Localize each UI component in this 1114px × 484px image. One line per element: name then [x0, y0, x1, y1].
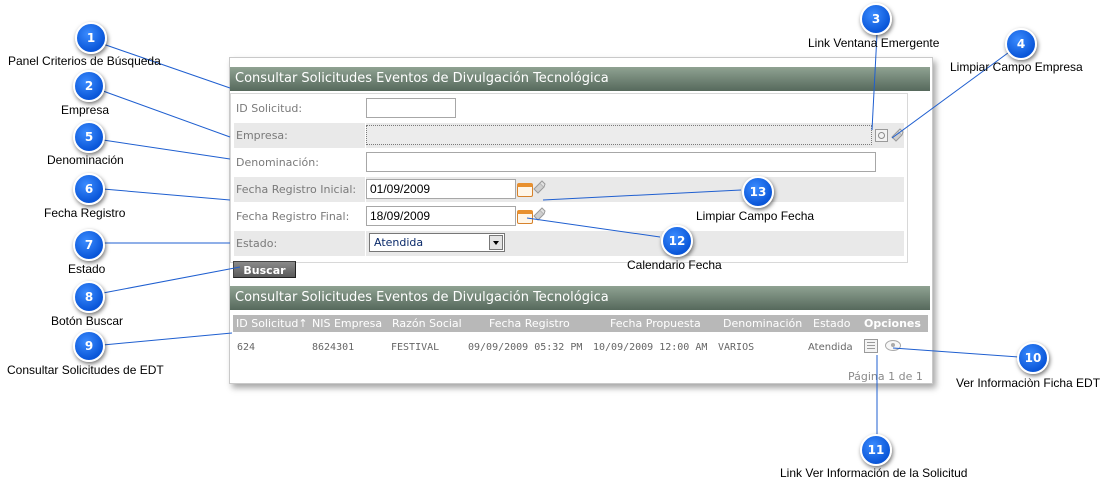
- annotation-badge-9: 9: [73, 330, 105, 362]
- annotation-label-13: Limpiar Campo Fecha: [696, 209, 815, 223]
- annotation-badge-11: 11: [860, 434, 892, 466]
- annotation-label-7: Estado: [68, 262, 106, 276]
- annotation-label-8: Botón Buscar: [51, 314, 124, 328]
- annotation-badge-2: 2: [73, 70, 105, 102]
- callout-line-13: [542, 189, 742, 201]
- annotation-badge-7: 7: [73, 229, 105, 261]
- annotation-label-11: Link Ver Información de la Solicitud: [780, 466, 968, 480]
- annotation-badge-1: 1: [75, 22, 107, 54]
- callout-line-6: [102, 188, 231, 201]
- annotation-badge-13: 13: [742, 176, 774, 208]
- annotation-badge-12: 12: [661, 225, 693, 257]
- annotation-badge-5: 5: [73, 121, 105, 153]
- callout-line-12: [526, 217, 661, 238]
- annotation-badge-4: 4: [1005, 28, 1037, 60]
- callout-lines: [102, 33, 1019, 435]
- callout-line-10: [892, 347, 1019, 358]
- annotation-label-2: Empresa: [61, 103, 110, 117]
- annotation-badge-8: 8: [73, 281, 105, 313]
- annotation-badge-3: 3: [860, 3, 892, 35]
- annotation-label-4: Limpiar Campo Empresa: [950, 60, 1083, 74]
- annotation-label-9: Consultar Solicitudes de EDT: [7, 363, 164, 377]
- annotation-label-12: Calendario Fecha: [627, 258, 722, 272]
- callout-line-8: [102, 266, 241, 294]
- annotation-label-10: Ver Informaciòn Ficha EDT: [956, 376, 1101, 390]
- annotation-label-5: Denominación: [47, 153, 124, 167]
- annotation-badge-10: 10: [1017, 342, 1049, 374]
- annotation-label-1: Panel Criterios de Búsqueda: [8, 54, 161, 68]
- annotation-label-3: Link Ventana Emergente: [808, 36, 940, 50]
- callout-line-2: [102, 90, 231, 138]
- annotation-badge-6: 6: [73, 173, 105, 205]
- annotation-label-6: Fecha Registro: [44, 206, 126, 220]
- callout-line-9: [102, 332, 233, 346]
- annotated-screenshot: Consultar Solicitudes Eventos de Divulga…: [0, 0, 1114, 484]
